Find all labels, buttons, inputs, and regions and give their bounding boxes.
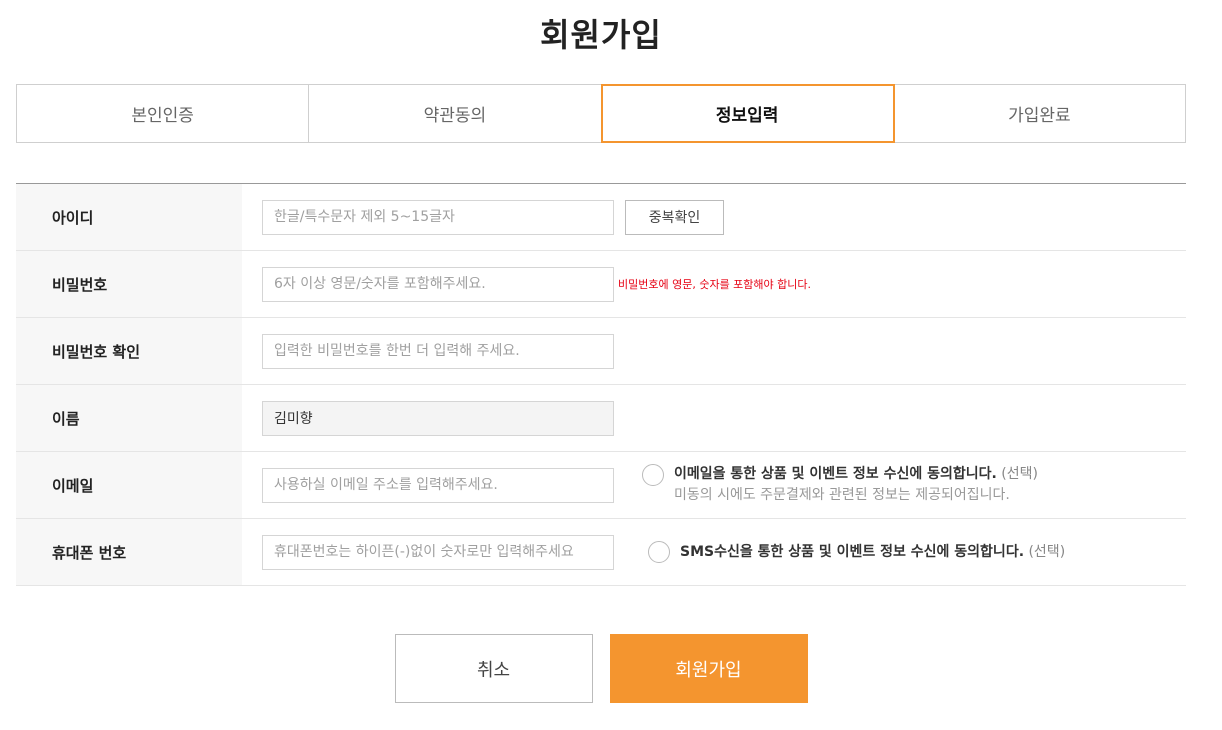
email-consent-note: 미동의 시에도 주문결제와 관련된 정보는 제공되어집니다. (674, 487, 1010, 503)
phone-label: 휴대폰 번호 (16, 519, 242, 585)
sms-consent[interactable]: SMS수신을 통한 상품 및 이벤트 정보 수신에 동의합니다. (선택) (648, 541, 1065, 563)
sms-consent-optional: (선택) (1028, 543, 1066, 560)
sms-consent-text: SMS수신을 통한 상품 및 이벤트 정보 수신에 동의합니다. (선택) (680, 542, 1065, 563)
email-input[interactable] (262, 467, 614, 503)
email-label: 이메일 (16, 452, 242, 518)
form-row-id: 아이디 중복확인 (16, 184, 1186, 251)
cancel-button[interactable]: 취소 (394, 634, 593, 703)
step-identity-verification: 본인인증 (17, 85, 310, 142)
form-row-password-confirm: 비밀번호 확인 (16, 318, 1186, 385)
password-label: 비밀번호 (16, 251, 242, 317)
form-row-name: 이름 (16, 385, 1186, 452)
name-input[interactable] (262, 400, 614, 436)
signup-steps: 본인인증 약관동의 정보입력 가입완료 (16, 84, 1186, 143)
id-field-area: 중복확인 (242, 184, 1186, 250)
step-info-input: 정보입력 (600, 84, 895, 143)
name-label: 이름 (16, 385, 242, 451)
password-input[interactable] (262, 266, 614, 302)
id-label: 아이디 (16, 184, 242, 250)
phone-field-area: SMS수신을 통한 상품 및 이벤트 정보 수신에 동의합니다. (선택) (242, 519, 1186, 585)
sms-consent-main: SMS수신을 통한 상품 및 이벤트 정보 수신에 동의합니다. (680, 543, 1025, 560)
password-field-area: 비밀번호에 영문, 숫자를 포함해야 합니다. (242, 251, 1186, 317)
email-consent-text: 이메일을 통한 상품 및 이벤트 정보 수신에 동의합니다. (선택) 미동의 … (674, 464, 1038, 506)
signup-form: 아이디 중복확인 비밀번호 비밀번호에 영문, 숫자를 포함해야 합니다. 비밀… (16, 183, 1186, 586)
form-row-email: 이메일 이메일을 통한 상품 및 이벤트 정보 수신에 동의합니다. (선택) … (16, 452, 1186, 519)
email-consent-radio[interactable] (642, 464, 664, 486)
form-row-phone: 휴대폰 번호 SMS수신을 통한 상품 및 이벤트 정보 수신에 동의합니다. … (16, 519, 1186, 586)
submit-signup-button[interactable]: 회원가입 (609, 634, 808, 703)
email-consent-optional: (선택) (1001, 466, 1038, 482)
password-confirm-field-area (242, 318, 1186, 384)
password-error-message: 비밀번호에 영문, 숫자를 포함해야 합니다. (618, 278, 812, 291)
phone-input[interactable] (262, 534, 614, 570)
email-consent[interactable]: 이메일을 통한 상품 및 이벤트 정보 수신에 동의합니다. (선택) 미동의 … (642, 464, 1038, 506)
email-field-area: 이메일을 통한 상품 및 이벤트 정보 수신에 동의합니다. (선택) 미동의 … (242, 452, 1186, 518)
password-confirm-input[interactable] (262, 333, 614, 369)
duplicate-check-button[interactable]: 중복확인 (625, 199, 724, 235)
sms-consent-radio[interactable] (648, 541, 670, 563)
id-input[interactable] (262, 199, 614, 235)
page-title: 회원가입 (540, 16, 662, 54)
form-row-password: 비밀번호 비밀번호에 영문, 숫자를 포함해야 합니다. (16, 251, 1186, 318)
password-confirm-label: 비밀번호 확인 (16, 318, 242, 384)
form-actions: 취소 회원가입 (0, 634, 1202, 703)
step-terms-agreement: 약관동의 (309, 85, 602, 142)
email-consent-main: 이메일을 통한 상품 및 이벤트 정보 수신에 동의합니다. (674, 466, 997, 482)
step-signup-complete: 가입완료 (1008, 106, 1071, 126)
name-field-area (242, 385, 1186, 451)
